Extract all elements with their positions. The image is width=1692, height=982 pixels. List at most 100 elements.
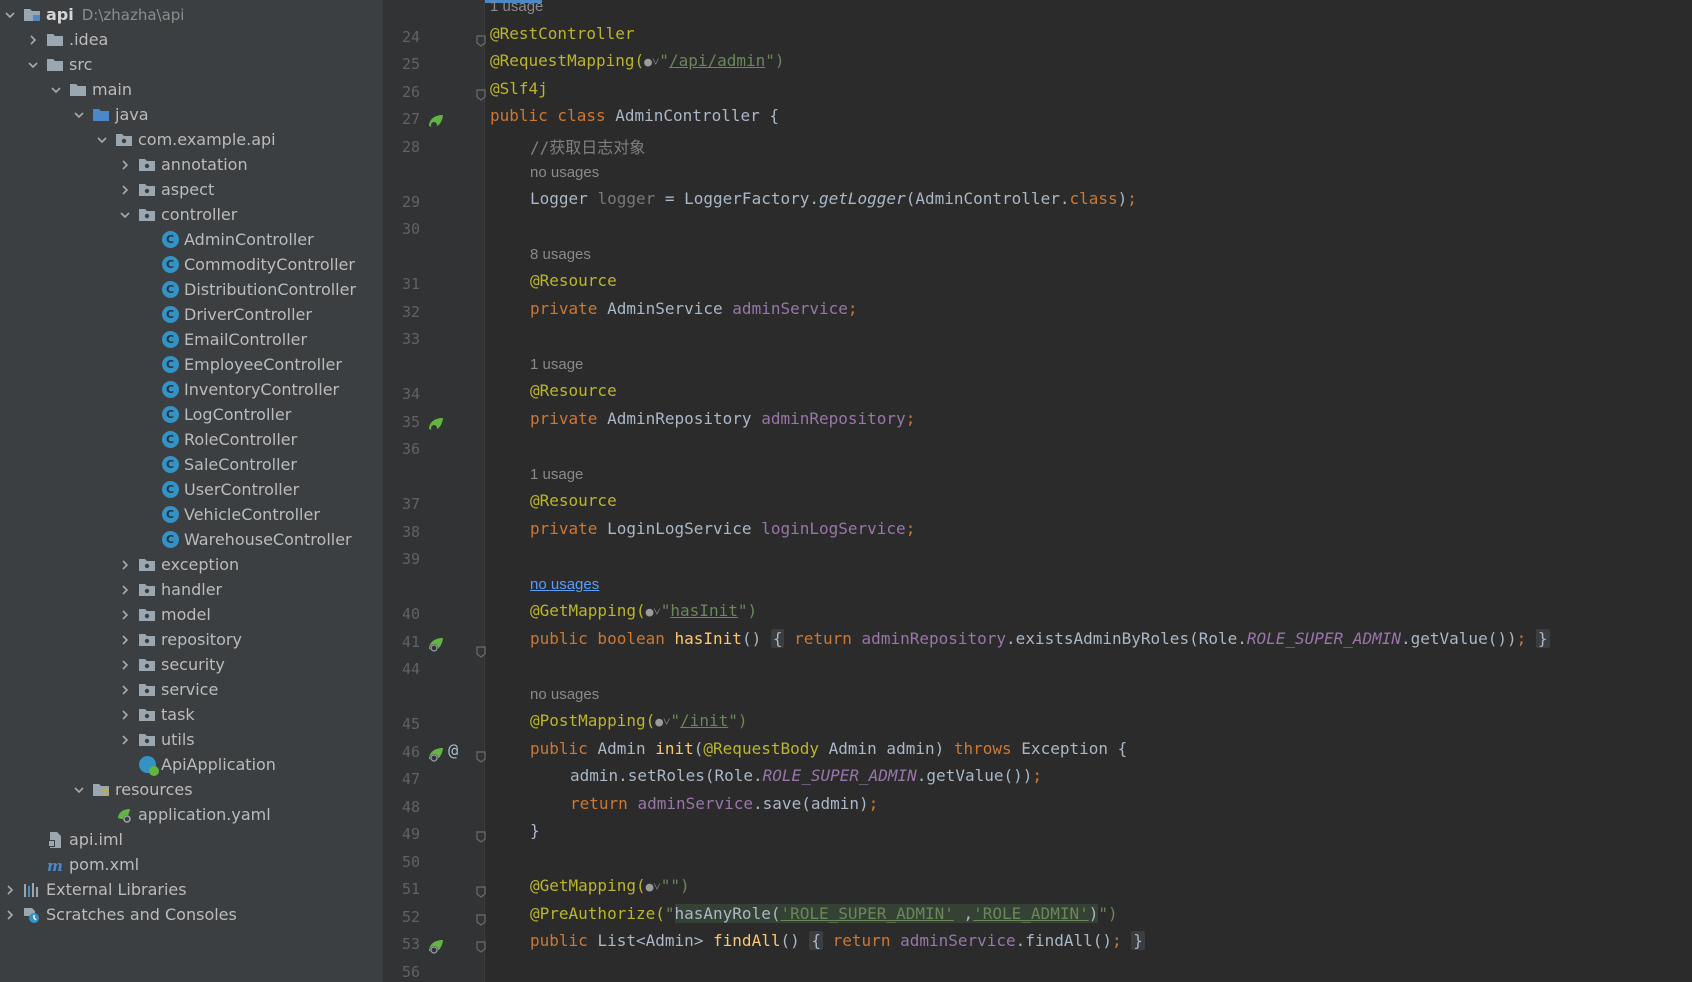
chevron-right-icon[interactable] — [117, 602, 133, 627]
tree-item[interactable]: java — [0, 102, 383, 127]
usage-hint[interactable]: no usages — [530, 686, 599, 710]
url-globe-icon[interactable]: ●˅ — [646, 880, 661, 895]
chevron-right-icon[interactable] — [117, 652, 133, 677]
code-line-35[interactable]: private AdminRepository adminRepository; — [530, 409, 915, 436]
code-line-49[interactable]: } — [530, 821, 540, 848]
code-line-52[interactable]: @PreAuthorize("hasAnyRole('ROLE_SUPER_AD… — [530, 904, 1118, 931]
tree-item[interactable]: C EmployeeController — [0, 352, 383, 377]
chevron-right-icon[interactable] — [117, 177, 133, 202]
code-line-45[interactable]: @PostMapping(●˅"/init") — [530, 711, 747, 738]
tree-item[interactable]: C AdminController — [0, 227, 383, 252]
mapping-url-link[interactable]: hasInit — [670, 601, 737, 620]
tree-item[interactable]: src — [0, 52, 383, 77]
folded-region[interactable]: { — [809, 931, 824, 950]
tree-item[interactable]: service — [0, 677, 383, 702]
tree-item[interactable]: C DistributionController — [0, 277, 383, 302]
folded-region[interactable]: } — [1131, 931, 1145, 950]
tree-item[interactable]: model — [0, 602, 383, 627]
tree-item[interactable]: com.example.api — [0, 127, 383, 152]
tree-item[interactable]: External Libraries — [0, 877, 383, 902]
tree-item[interactable]: C EmailController — [0, 327, 383, 352]
fold-marker-icon[interactable] — [476, 32, 486, 47]
url-globe-icon[interactable]: ●˅ — [655, 715, 670, 730]
fold-marker-icon[interactable] — [476, 86, 486, 101]
code-line-48[interactable]: return adminService.save(admin); — [570, 794, 878, 821]
tree-item[interactable]: ApiApplication — [0, 752, 383, 777]
tree-item[interactable]: C WarehouseController — [0, 527, 383, 552]
code-line-26[interactable]: @Slf4j — [490, 79, 548, 106]
chevron-right-icon[interactable] — [117, 677, 133, 702]
chevron-down-icon[interactable] — [71, 777, 87, 802]
code-line-37[interactable]: @Resource — [530, 491, 617, 518]
code-line-47[interactable]: admin.setRoles(Role.ROLE_SUPER_ADMIN.get… — [570, 766, 1042, 793]
tree-item[interactable]: api D:\zhazha\api — [0, 2, 383, 27]
usage-hint-link[interactable]: no usages — [530, 576, 599, 600]
tree-item[interactable]: controller — [0, 202, 383, 227]
fold-marker-icon[interactable] — [476, 938, 486, 953]
chevron-down-icon[interactable] — [25, 52, 41, 77]
code-line-31[interactable]: @Resource — [530, 271, 617, 298]
tree-item[interactable]: annotation — [0, 152, 383, 177]
fold-marker-icon[interactable] — [476, 911, 486, 926]
code-line-28[interactable]: //获取日志对象 — [530, 134, 645, 161]
code-line-25[interactable]: @RequestMapping(●˅"/api/admin") — [490, 51, 785, 78]
folded-region[interactable]: } — [1535, 629, 1550, 648]
tree-item[interactable]: C SaleController — [0, 452, 383, 477]
spring-bean-navigate-icon[interactable] — [426, 415, 446, 435]
tree-item[interactable]: C CommodityController — [0, 252, 383, 277]
code-line-24[interactable]: @RestController — [490, 24, 635, 51]
tree-item[interactable]: utils — [0, 727, 383, 752]
chevron-right-icon[interactable] — [117, 577, 133, 602]
fold-marker-icon[interactable] — [476, 828, 486, 843]
usage-hint[interactable]: 1 usage — [530, 466, 583, 490]
url-globe-icon[interactable]: ●˅ — [646, 605, 661, 620]
fold-marker-icon[interactable] — [476, 883, 486, 898]
code-line-32[interactable]: private AdminService adminService; — [530, 299, 858, 326]
code-line-51[interactable]: @GetMapping(●˅"") — [530, 876, 690, 903]
tree-item[interactable]: api.iml — [0, 827, 383, 852]
code-line-40[interactable]: @GetMapping(●˅"hasInit") — [530, 601, 757, 628]
chevron-right-icon[interactable] — [117, 152, 133, 177]
tree-item[interactable]: exception — [0, 552, 383, 577]
tree-item[interactable]: repository — [0, 627, 383, 652]
tree-item[interactable]: application.yaml — [0, 802, 383, 827]
chevron-down-icon[interactable] — [2, 2, 18, 27]
tree-item[interactable]: C LogController — [0, 402, 383, 427]
tree-item[interactable]: m pom.xml — [0, 852, 383, 877]
fold-marker-icon[interactable] — [476, 748, 486, 763]
code-line-29[interactable]: Logger logger = LoggerFactory.getLogger(… — [530, 189, 1137, 216]
chevron-down-icon[interactable] — [71, 102, 87, 127]
autowired-at-icon[interactable]: @ — [448, 741, 458, 761]
code-line-41[interactable]: public boolean hasInit() { return adminR… — [530, 629, 1550, 656]
chevron-right-icon[interactable] — [117, 552, 133, 577]
code-line-38[interactable]: private LoginLogService loginLogService; — [530, 519, 915, 546]
mapping-url-link[interactable]: /init — [680, 711, 728, 730]
usage-hint[interactable]: 8 usages — [530, 246, 591, 270]
chevron-right-icon[interactable] — [2, 902, 18, 927]
folded-region[interactable]: { — [770, 629, 785, 648]
tree-item[interactable]: aspect — [0, 177, 383, 202]
tree-item[interactable]: C DriverController — [0, 302, 383, 327]
endpoint-icon[interactable] — [426, 937, 446, 957]
tree-item[interactable]: task — [0, 702, 383, 727]
chevron-right-icon[interactable] — [117, 627, 133, 652]
tree-item[interactable]: main — [0, 77, 383, 102]
chevron-right-icon[interactable] — [117, 702, 133, 727]
chevron-down-icon[interactable] — [48, 77, 64, 102]
mapping-url-link[interactable]: /api/admin — [669, 51, 765, 70]
tree-item[interactable]: C InventoryController — [0, 377, 383, 402]
chevron-right-icon[interactable] — [117, 727, 133, 752]
url-globe-icon[interactable]: ●˅ — [644, 55, 659, 70]
tree-item[interactable]: C RoleController — [0, 427, 383, 452]
chevron-right-icon[interactable] — [25, 27, 41, 52]
chevron-right-icon[interactable] — [2, 877, 18, 902]
spring-bean-icon[interactable] — [426, 112, 446, 132]
tree-item[interactable]: .idea — [0, 27, 383, 52]
code-line-53[interactable]: public List<Admin> findAll() { return ad… — [530, 931, 1145, 958]
usage-hint[interactable]: 1 usage — [530, 356, 583, 380]
code-line-34[interactable]: @Resource — [530, 381, 617, 408]
tree-item[interactable]: resources — [0, 777, 383, 802]
tree-item[interactable]: Scratches and Consoles — [0, 902, 383, 927]
tree-item[interactable]: C UserController — [0, 477, 383, 502]
code-editor[interactable]: 1 usage no usages 8 usages 1 usage 1 usa… — [384, 0, 1692, 982]
